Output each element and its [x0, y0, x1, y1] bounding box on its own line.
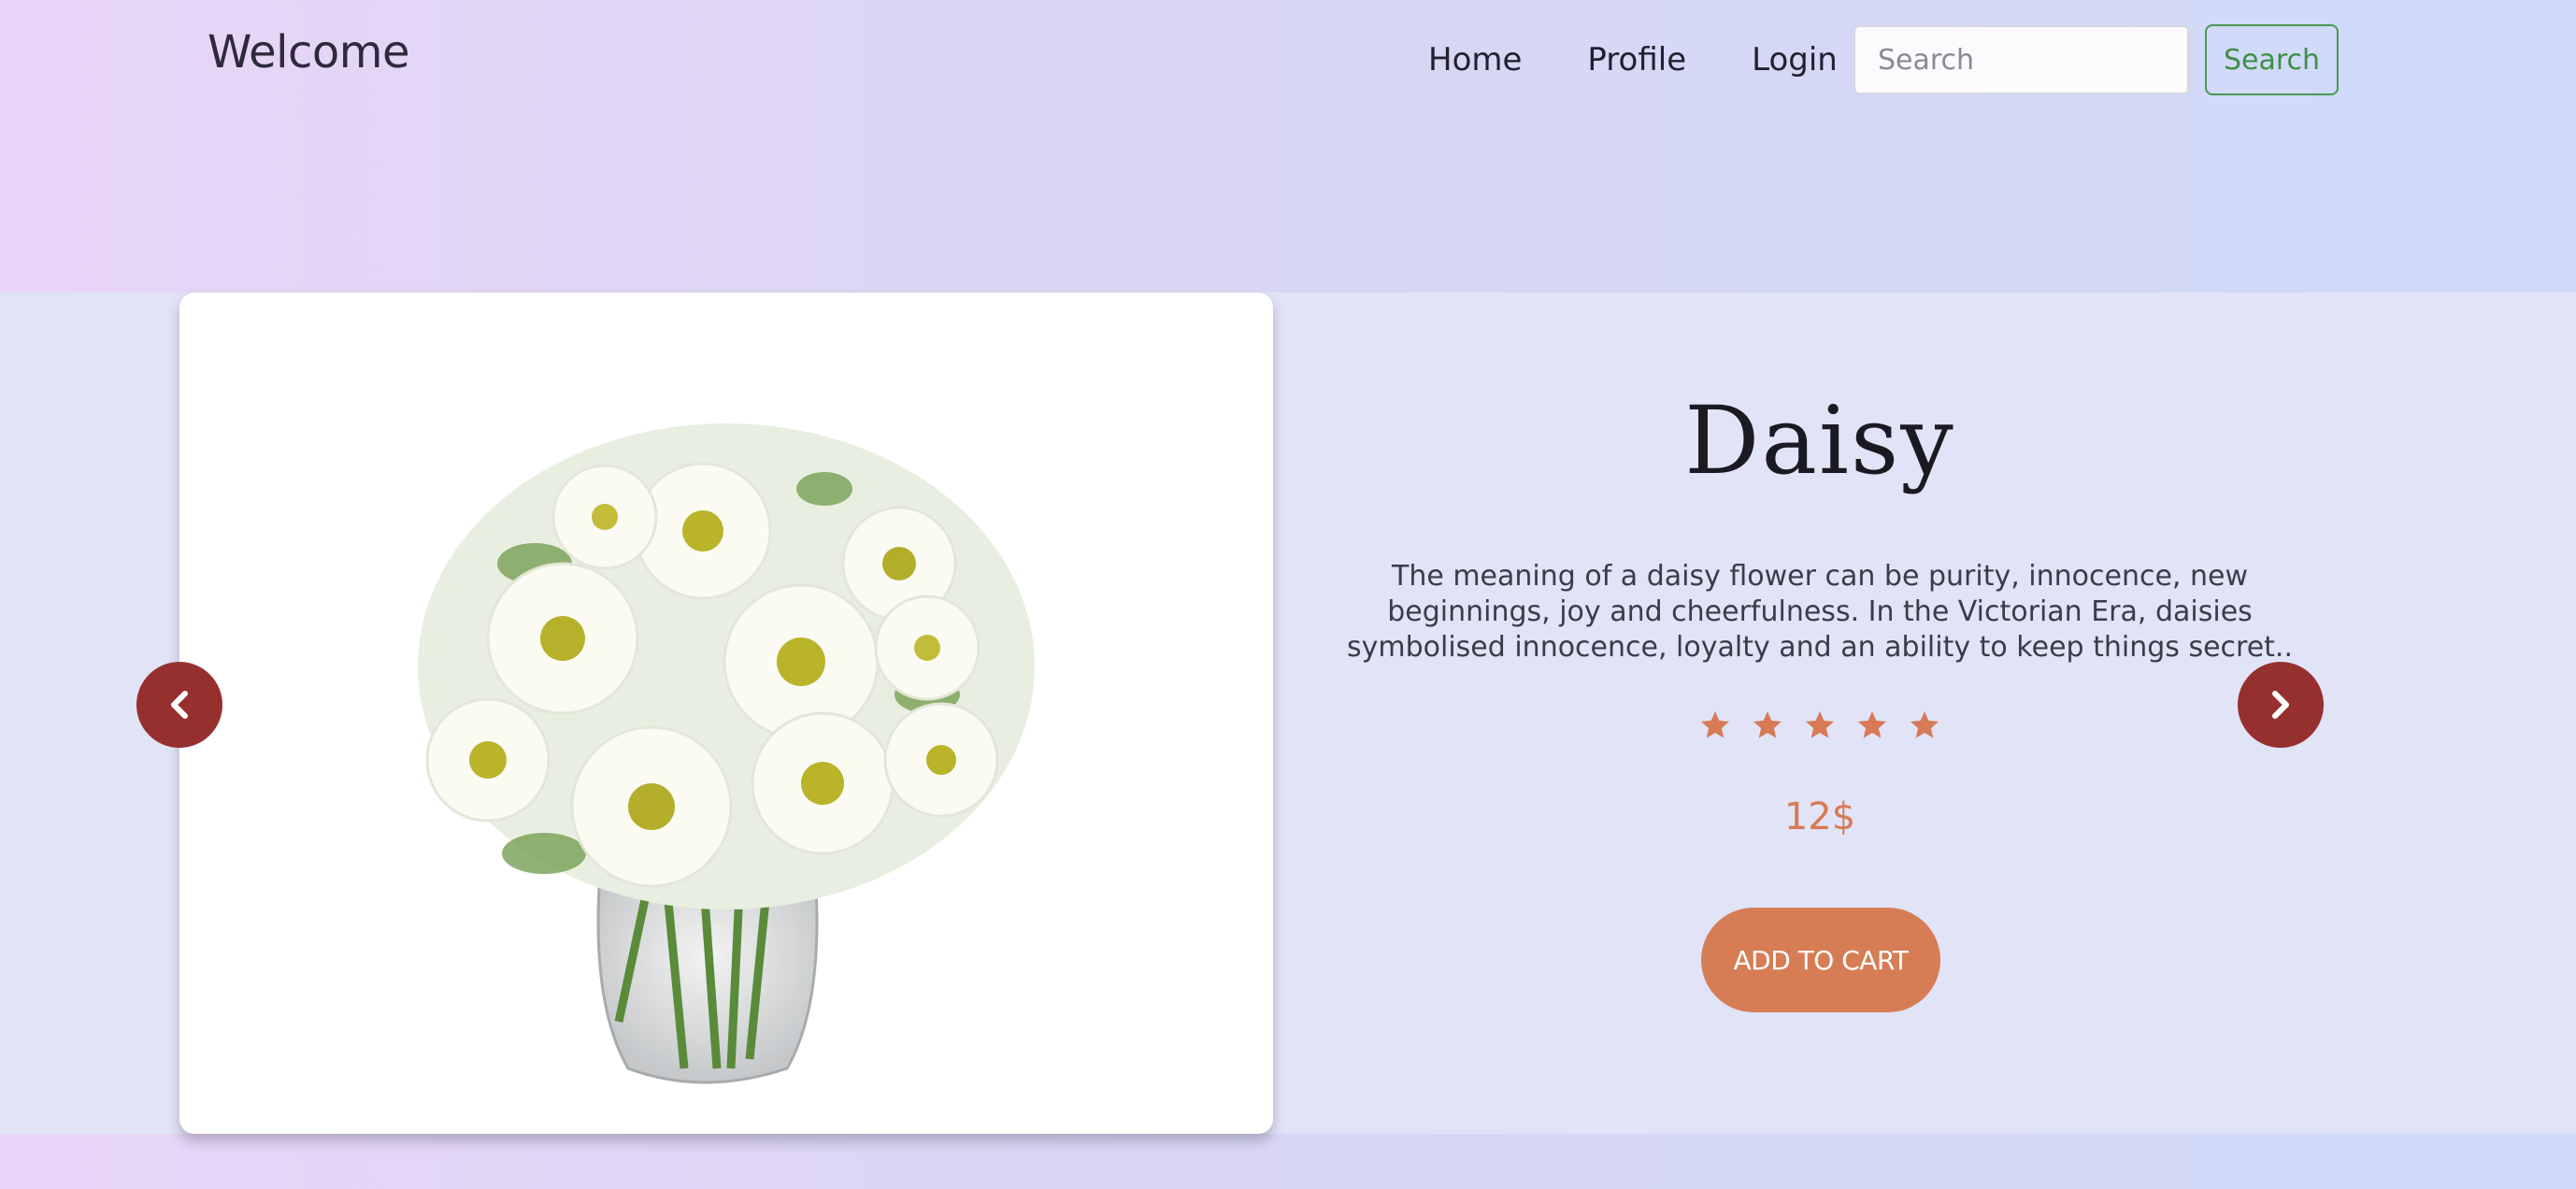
nav-link-home[interactable]: Home — [1428, 36, 1522, 84]
search-button[interactable]: Search — [2205, 24, 2339, 95]
chevron-left-icon — [171, 691, 188, 719]
product-info: Daisy The meaning of a daisy flower can … — [1273, 293, 2367, 1134]
product-title: Daisy — [1684, 386, 1955, 495]
carousel-prev-button[interactable] — [136, 662, 222, 748]
nav-link-login[interactable]: Login — [1752, 36, 1838, 84]
star-icon — [1858, 711, 1886, 738]
add-to-cart-button[interactable]: ADD TO CART — [1701, 908, 1940, 1012]
navbar: Welcome Home Profile Login Search — [0, 0, 2576, 293]
star-icon — [1753, 711, 1782, 738]
product-price: 12$ — [1783, 795, 1856, 838]
search-input[interactable] — [1853, 25, 2189, 94]
footer-strip — [0, 1134, 2576, 1189]
star-icon — [1701, 711, 1729, 738]
nav-links: Home Profile Login — [1428, 36, 1838, 84]
rating-stars — [1273, 709, 2367, 742]
star-icon — [1911, 711, 1939, 738]
product-image-card — [179, 293, 1273, 1134]
daisy-bouquet-image — [418, 423, 1035, 1084]
product-description: The meaning of a daisy flower can be pur… — [1347, 560, 2293, 664]
nav-link-profile[interactable]: Profile — [1587, 36, 1686, 84]
star-icon — [1806, 711, 1834, 738]
brand-title[interactable]: Welcome — [208, 26, 410, 79]
